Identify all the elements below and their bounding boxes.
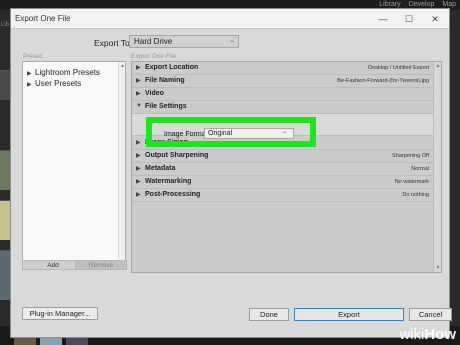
export-to-value: Hard Drive <box>134 37 173 46</box>
section-summary: Be-Fashion-Forward-(for-Tweens).jpg <box>337 78 429 84</box>
expand-triangle-icon: ▶ <box>136 179 141 185</box>
background-menu: Library Develop Map <box>379 1 456 8</box>
section-title: Watermarking <box>145 178 192 185</box>
preset-item-label: User Presets <box>35 79 82 88</box>
collapse-triangle-icon: ▼ <box>136 103 142 109</box>
background-menu-map[interactable]: Map <box>442 1 456 8</box>
scroll-up-icon[interactable]: ▲ <box>434 63 442 69</box>
section-title: Video <box>145 90 164 97</box>
section-metadata[interactable]: ▶ Metadata Normal <box>132 163 435 176</box>
section-summary: Do nothing <box>402 192 429 198</box>
section-file-naming[interactable]: ▶ File Naming Be-Fashion-Forward-(for-Tw… <box>132 75 435 88</box>
background-menu-library[interactable]: Library <box>379 1 400 8</box>
section-title: Output Sharpening <box>145 152 209 159</box>
expand-triangle-icon: ▶ <box>136 192 141 198</box>
section-summary: No watermark <box>394 179 429 185</box>
section-title: Metadata <box>145 165 176 172</box>
expand-triangle-icon: ▶ <box>136 140 141 146</box>
scroll-down-icon[interactable]: ▼ <box>434 265 442 271</box>
dialog-title: Export One File <box>15 14 71 23</box>
section-video[interactable]: ▶ Video <box>132 88 435 101</box>
section-summary: Desktop / Untitled Export <box>368 65 429 71</box>
preset-item-lightroom[interactable]: ▶ Lightroom Presets <box>27 68 100 77</box>
background-sidebar-label: Lib <box>1 22 10 28</box>
watermark-prefix: wiki <box>399 326 425 343</box>
export-dialog: Export One File — ☐ ✕ Export To: Hard Dr… <box>10 8 452 338</box>
expand-triangle-icon: ▶ <box>136 91 141 97</box>
remove-preset-button[interactable]: Remove <box>75 260 127 270</box>
done-button[interactable]: Done <box>249 308 289 321</box>
preset-list: ▶Lightroom Presets ▶User Presets ▲ ▼ <box>22 61 126 267</box>
section-output-sharpening[interactable]: ▶ Output Sharpening Sharpening Off <box>132 150 435 163</box>
section-summary: Normal <box>411 166 429 172</box>
chevron-down-icon: ⌄ <box>281 129 287 135</box>
image-format-value: Original <box>208 130 233 137</box>
expand-triangle-icon: ▶ <box>136 78 141 84</box>
preset-label: Preset: <box>23 53 44 60</box>
minimize-icon[interactable]: — <box>371 12 395 26</box>
expand-triangle-icon: ▶ <box>136 153 141 159</box>
section-watermarking[interactable]: ▶ Watermarking No watermark <box>132 176 435 189</box>
close-icon[interactable]: ✕ <box>423 12 447 26</box>
scroll-up-icon[interactable]: ▲ <box>119 63 126 69</box>
export-to-select[interactable]: Hard Drive ⌄ <box>129 35 239 48</box>
preset-item-label: Lightroom Presets <box>35 68 100 77</box>
watermark-suffix: How <box>424 326 456 343</box>
wikihow-watermark: wikiHow <box>399 326 456 343</box>
cancel-button[interactable]: Cancel <box>409 308 452 321</box>
preset-item-user[interactable]: ▶ User Presets <box>27 79 81 88</box>
background-menu-develop[interactable]: Develop <box>409 1 435 8</box>
export-to-label: Export To: <box>94 38 133 48</box>
section-title: File Naming <box>145 77 185 84</box>
expand-triangle-icon: ▶ <box>136 166 141 172</box>
section-post-processing[interactable]: ▶ Post-Processing Do nothing <box>132 189 435 202</box>
section-title: Export Location <box>145 64 199 71</box>
settings-scrollbar[interactable]: ▲ ▼ <box>433 62 441 272</box>
section-title: File Settings <box>145 103 187 110</box>
export-settings-panel: ▶ Export Location Desktop / Untitled Exp… <box>131 61 442 273</box>
expand-triangle-icon[interactable]: ▶ <box>27 81 35 88</box>
section-file-settings[interactable]: ▼ File Settings <box>132 101 435 114</box>
maximize-icon[interactable]: ☐ <box>397 12 421 26</box>
chevron-down-icon: ⌄ <box>229 37 235 44</box>
expand-triangle-icon[interactable]: ▶ <box>27 70 35 77</box>
plugin-manager-button[interactable]: Plug-in Manager... <box>22 307 98 320</box>
section-title: Post-Processing <box>145 191 201 198</box>
export-file-label: Export One File <box>131 53 177 60</box>
preset-scrollbar[interactable]: ▲ ▼ <box>118 62 125 266</box>
export-button[interactable]: Export <box>294 308 404 321</box>
section-summary: Sharpening Off <box>392 153 429 159</box>
image-format-label: Image Format: <box>164 131 210 138</box>
image-format-select[interactable]: Original ⌄ <box>204 128 294 139</box>
dialog-titlebar[interactable]: Export One File — ☐ ✕ <box>11 9 449 29</box>
section-export-location[interactable]: ▶ Export Location Desktop / Untitled Exp… <box>132 62 435 75</box>
expand-triangle-icon: ▶ <box>136 65 141 71</box>
